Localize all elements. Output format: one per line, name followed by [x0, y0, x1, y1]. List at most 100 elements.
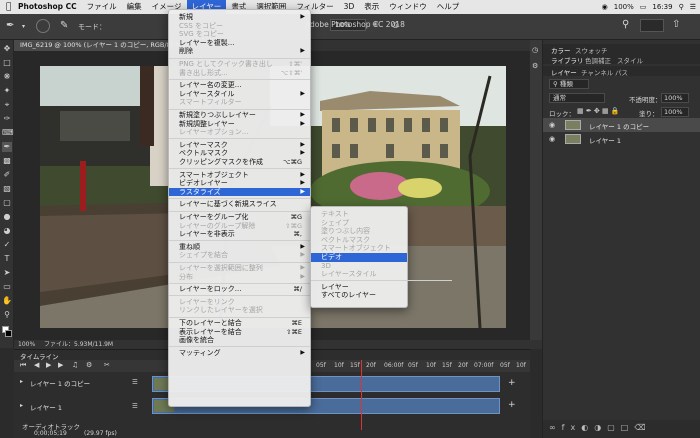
chevron-right-icon[interactable]: ▸ [20, 378, 23, 385]
menu-file[interactable]: ファイル [82, 0, 122, 14]
play-icon[interactable]: ▶ [46, 361, 51, 369]
track-header[interactable]: ▸ レイヤー 1 ☰ [14, 398, 150, 416]
brush-panel-icon[interactable]: ✎ [60, 20, 68, 31]
chevron-right-icon[interactable]: ▸ [20, 402, 23, 409]
menu-view[interactable]: 表示 [359, 0, 384, 14]
layer-row[interactable]: ◉ レイヤー 1 [543, 132, 700, 146]
move-tool-icon[interactable]: ✥ [2, 44, 12, 54]
tab-adjustments[interactable]: 色調補正 [585, 55, 611, 65]
menu-item[interactable]: レイヤーに基づく新規スライス [169, 200, 310, 209]
mask-icon[interactable]: ◐ [581, 423, 594, 432]
add-media-icon[interactable]: + [508, 378, 516, 388]
opacity-input[interactable]: 100% [661, 93, 689, 103]
track-name[interactable]: レイヤー 1 [30, 402, 62, 412]
layer-row[interactable]: ◉ レイヤー 1 のコピー [543, 118, 700, 132]
menu-item[interactable]: スマートオブジェクト ▶ [169, 171, 310, 180]
track-menu-icon[interactable]: ☰ [132, 378, 138, 386]
menu-item[interactable]: ビデオ [311, 253, 407, 262]
track-menu-icon[interactable]: ☰ [132, 402, 138, 410]
menu-list-icon[interactable]: ☰ [690, 3, 696, 11]
visibility-eye-icon[interactable]: ◉ [549, 121, 555, 129]
search-icon[interactable]: ⚲ [679, 3, 684, 11]
menu-item[interactable]: 画像を統合 [169, 336, 310, 345]
audio-icon[interactable]: ♫ [72, 361, 78, 369]
crop-tool-icon[interactable]: ⌖ [2, 100, 12, 110]
tab-styles[interactable]: スタイル [617, 55, 643, 65]
menu-item[interactable]: ラスタライズ ▶ [169, 187, 310, 197]
blend-mode-select[interactable]: 通常 [549, 93, 605, 103]
menu-item[interactable]: ビデオレイヤー ▶ [169, 179, 310, 188]
adjustment-icon[interactable]: ◑ [594, 423, 607, 432]
layer-name[interactable]: レイヤー 1 のコピー [589, 121, 649, 131]
menu-edit[interactable]: 編集 [122, 0, 147, 14]
settings-icon[interactable]: ⚙ [86, 361, 92, 369]
menu-item[interactable]: 下のレイヤーと結合 ⌘E [169, 319, 310, 328]
stamp-tool-icon[interactable]: ▩ [2, 156, 12, 166]
search-icon[interactable]: ⚲ [622, 19, 629, 30]
zoom-tool-icon[interactable]: ⚲ [2, 310, 12, 320]
visibility-eye-icon[interactable]: ◉ [549, 135, 555, 143]
first-frame-icon[interactable]: ⏮ [20, 361, 26, 370]
quick-select-tool-icon[interactable]: ✦ [2, 86, 12, 96]
trash-icon[interactable]: ⌫ [634, 423, 651, 432]
tab-paths[interactable]: パス [615, 67, 628, 77]
hand-tool-icon[interactable]: ✋ [2, 296, 12, 306]
track-header[interactable]: ▸ レイヤー 1 のコピー ☰ [14, 374, 150, 392]
brush-preset-icon[interactable] [36, 19, 50, 33]
lasso-tool-icon[interactable]: ❋ [2, 72, 12, 82]
menu-item[interactable]: レイヤーをグループ化 ⌘G [169, 213, 310, 222]
menu-item[interactable]: レイヤーをロック... ⌘/ [169, 285, 310, 294]
playhead[interactable] [361, 360, 362, 430]
folder-icon[interactable]: ▢ [607, 423, 621, 432]
healing-tool-icon[interactable]: ⌨ [2, 128, 14, 138]
link-layers-icon[interactable]: ∞ [549, 423, 562, 432]
shape-tool-icon[interactable]: ▭ [2, 282, 12, 292]
add-media-icon[interactable]: + [508, 400, 516, 410]
battery-icon[interactable]: ▭ [640, 3, 647, 11]
menu-item[interactable]: レイヤーマスク ▶ [169, 141, 310, 150]
dodge-tool-icon[interactable]: ◕ [2, 226, 12, 236]
menu-item[interactable]: 新規 ▶ [169, 13, 310, 22]
menu-item[interactable]: 新規塗りつぶしレイヤー ▶ [169, 111, 310, 120]
brush-tool-icon[interactable]: ✒ [6, 20, 14, 31]
pen-tool-icon[interactable]: ✓ [2, 240, 12, 250]
layer-filter-select[interactable]: ⚲ 種類 [549, 79, 589, 89]
menu-item[interactable]: レイヤー [311, 283, 407, 292]
tab-channels[interactable]: チャンネル [581, 67, 613, 77]
tab-libraries[interactable]: ライブラリ [551, 55, 584, 65]
app-menu[interactable]: Photoshop CC [14, 0, 82, 14]
split-icon[interactable]: ✂ [104, 361, 110, 369]
clock[interactable]: 16:39 [652, 3, 672, 11]
menu-3d[interactable]: 3D [339, 0, 360, 14]
zoom-level[interactable]: 100% [18, 340, 35, 349]
history-brush-icon[interactable]: ✐ [2, 170, 12, 180]
menu-item[interactable]: クリッピングマスクを作成 ⌥⌘G [169, 158, 310, 167]
lock-pixels-icon[interactable]: ▦ ✒ ✥ ▦ 🔒 [577, 107, 620, 115]
eraser-tool-icon[interactable]: ▧ [2, 184, 12, 194]
menu-item[interactable]: レイヤーを非表示 ⌘, [169, 230, 310, 239]
workspace-switcher[interactable] [640, 19, 664, 32]
marquee-tool-icon[interactable]: □ [2, 58, 12, 68]
tab-layers[interactable]: レイヤー [551, 67, 577, 77]
properties-panel-icon[interactable]: ⚙ [532, 62, 538, 70]
path-select-tool-icon[interactable]: ➤ [2, 268, 12, 278]
gradient-tool-icon[interactable]: ▢ [2, 198, 12, 208]
new-layer-icon[interactable]: □ [621, 423, 635, 432]
history-panel-icon[interactable]: ◷ [532, 46, 538, 54]
menu-item[interactable]: マッティング ▶ [169, 349, 310, 358]
brush-tool-icon[interactable]: ✒ [2, 142, 12, 152]
menu-window[interactable]: ウィンドウ [384, 0, 432, 14]
background-color-swatch[interactable] [5, 330, 12, 337]
menu-help[interactable]: ヘルプ [432, 0, 465, 14]
menu-item[interactable]: すべてのレイヤー [311, 291, 407, 300]
share-icon[interactable]: ⇧ [672, 19, 680, 30]
menu-item[interactable]: 表示レイヤーを結合 ⇧⌘E [169, 328, 310, 337]
menu-item[interactable]: 削除 ▶ [169, 47, 310, 56]
document-tab[interactable]: IMG_6219 @ 100% (レイヤー 1 のコピー, RGB/8) * [14, 40, 185, 51]
menu-item[interactable]: ベクトルマスク ▶ [169, 149, 310, 158]
fx-icon[interactable]: fx [562, 423, 582, 432]
next-frame-icon[interactable]: ▶ [58, 361, 63, 369]
type-tool-icon[interactable]: T [2, 254, 12, 264]
apple-icon[interactable]:  [0, 0, 14, 14]
track-name[interactable]: レイヤー 1 のコピー [30, 378, 90, 388]
